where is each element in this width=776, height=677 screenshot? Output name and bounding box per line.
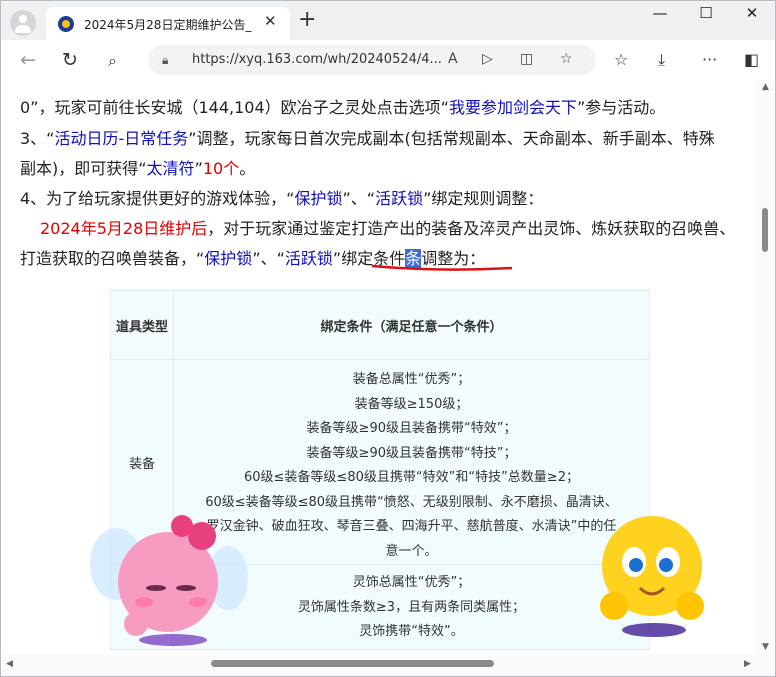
scroll-left-icon[interactable]: ◀ <box>6 659 13 669</box>
close-window-icon[interactable]: ✕ <box>738 4 766 22</box>
new-tab-plus-icon[interactable]: + <box>298 9 316 31</box>
vertical-scroll-thumb[interactable] <box>762 208 768 252</box>
article-line-4: 4、为了给玩家提供更好的游戏体验，“保护锁”、“活跃锁”绑定规则调整： <box>20 189 544 208</box>
condition-line: 60级≤装备等级≤80级且携带“特效”和“特技”总数量≥2； <box>244 470 579 485</box>
browser-tab[interactable]: 2024年5月28日定期维护公告_《 ✕ <box>46 7 290 40</box>
edge-sidebar-icon[interactable]: ◧ <box>744 50 759 69</box>
scroll-up-icon[interactable]: ▲ <box>762 82 769 92</box>
pink-mascot-sticker <box>90 515 248 646</box>
download-icon[interactable]: ⤓ <box>658 50 665 70</box>
header-condition: 绑定条件（满足任意一个条件） <box>173 290 650 360</box>
favorite-star-icon[interactable]: ☆ <box>560 51 573 67</box>
scroll-down-icon[interactable]: ▼ <box>762 642 769 652</box>
more-icon[interactable]: ··· <box>702 50 717 69</box>
scroll-right-icon[interactable]: ▶ <box>744 659 751 669</box>
lock-icon[interactable]: 🔒︎ <box>162 53 168 68</box>
site-favicon <box>58 16 74 32</box>
maximize-icon[interactable]: ☐ <box>692 4 720 22</box>
horizontal-scroll-thumb[interactable] <box>211 660 494 667</box>
smiley-mascot-sticker <box>600 516 704 637</box>
condition-line: 装备等级≥150级； <box>354 396 469 412</box>
article-line-1: 0”，玩家可前往长安城（144,104）欧冶子之灵处点击选项“我要参加剑会天下”… <box>20 98 666 117</box>
header-type: 道具类型 <box>110 290 174 360</box>
condition-line: 装备总属性“优秀”； <box>352 372 471 387</box>
red-underline-annotation <box>371 264 513 271</box>
clipped-previous-line: —————————————————————————————— <box>20 80 530 87</box>
search-icon[interactable]: ⌕ <box>108 51 117 71</box>
back-icon[interactable]: ← <box>20 49 36 71</box>
page-content: —————————————————————————————— 0”，玩家可前往长… <box>0 80 756 655</box>
url-text[interactable]: https://xyq.163.com/wh/20240524/4... <box>192 52 442 67</box>
vertical-scrollbar[interactable]: ▲ ▼ <box>756 80 776 655</box>
refresh-icon[interactable]: ↻ <box>62 49 78 71</box>
condition-line: 装备等级≥90级且装备携带“特技”； <box>306 445 517 461</box>
article-line-2: 3、“活动日历-日常任务”调整，玩家每日首次完成副本(包括常规副本、天命副本、新… <box>20 129 715 148</box>
tab-title: 2024年5月28日定期维护公告_《 <box>84 18 254 32</box>
address-bar[interactable]: 🔒︎ https://xyq.163.com/wh/20240524/4... … <box>148 45 596 75</box>
app-icon[interactable]: ▷ <box>482 51 493 67</box>
profile-icon[interactable] <box>10 10 36 36</box>
condition-line: 装备等级≥90级且装备携带“特效”； <box>306 421 517 436</box>
article-line-3: 副本)，即可获得“太清符”10个。 <box>20 159 256 178</box>
tab-close-icon[interactable]: ✕ <box>264 12 277 30</box>
read-aloud-icon[interactable]: A <box>448 51 458 67</box>
favorites-icon[interactable]: ☆ <box>614 50 628 69</box>
minimize-icon[interactable]: — <box>646 4 674 22</box>
horizontal-scrollbar[interactable]: ◀ ▶ <box>0 655 776 675</box>
split-screen-icon[interactable]: ◫ <box>520 51 533 67</box>
article-line-5: 2024年5月28日维护后，对于玩家通过鉴定打造产出的装备及淬灵产出灵饰、炼妖获… <box>40 219 736 238</box>
tab-strip: 2024年5月28日定期维护公告_《 ✕ + — ☐ ✕ <box>0 0 776 40</box>
